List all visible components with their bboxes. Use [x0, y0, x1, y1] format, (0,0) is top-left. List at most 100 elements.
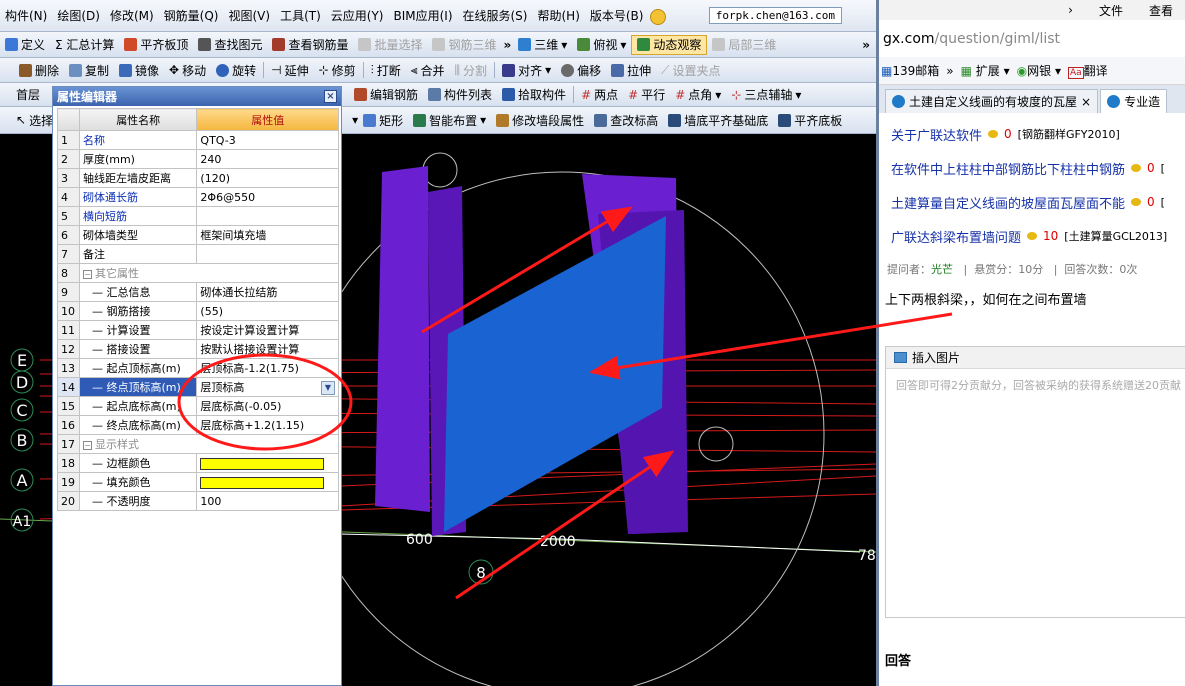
- view-3d-dropdown[interactable]: 三维 ▾: [513, 32, 572, 57]
- collapse-icon[interactable]: −: [82, 441, 92, 450]
- close-icon[interactable]: ×: [324, 90, 337, 103]
- orbit-handle-top[interactable]: [422, 152, 458, 188]
- bookmark-extensions[interactable]: ▦ 扩展 ▾: [961, 62, 1010, 79]
- answer-editor[interactable]: 插入图片 回答即可得2分贡献分，回答被采纳的获得系统赠送20贡献: [885, 346, 1185, 618]
- menu-tools[interactable]: 工具(T): [275, 7, 326, 24]
- prop-row-start-bottom-elev[interactable]: 15— 起点底标高(m) 层底标高(-0.05): [57, 396, 339, 416]
- browser-tab-2[interactable]: 专业造: [1100, 89, 1168, 113]
- asker-name[interactable]: 光芒: [931, 263, 953, 276]
- set-grip-button[interactable]: ⟋ 设置夹点: [656, 58, 725, 82]
- prop-row-remark[interactable]: 7 备注: [57, 244, 339, 264]
- menu-modify[interactable]: 修改(M): [105, 7, 159, 24]
- user-avatar-icon[interactable]: [650, 9, 666, 25]
- rect-button[interactable]: 矩形: [358, 107, 408, 133]
- fill-color-swatch[interactable]: [200, 476, 325, 489]
- two-points-button[interactable]: # 两点: [576, 83, 623, 106]
- move-button[interactable]: ✥ 移动: [164, 58, 211, 82]
- prop-row-end-bottom-elev[interactable]: 16— 终点底标高(m) 层底标高+1.2(1.15): [57, 415, 339, 435]
- smart-layout-dropdown[interactable]: 智能布置 ▾: [408, 107, 491, 133]
- split-button[interactable]: ⫼ 分割: [450, 58, 493, 82]
- floor-selector[interactable]: 首层: [0, 83, 45, 106]
- prop-row-fill-color[interactable]: 19— 填充颜色: [57, 472, 339, 492]
- trim-button[interactable]: ⊹ 修剪: [314, 58, 361, 82]
- select-button[interactable]: ↖ 选择: [0, 107, 58, 133]
- local-3d-button[interactable]: 局部三维: [707, 32, 781, 57]
- toolbar1-more-icon[interactable]: »: [862, 38, 870, 52]
- collapse-icon[interactable]: −: [82, 270, 92, 279]
- menu-view[interactable]: 视图(V): [223, 7, 275, 24]
- bookmark-139mail[interactable]: ▦139邮箱: [881, 62, 939, 79]
- address-bar[interactable]: gx.com/question/giml/list: [879, 20, 1185, 57]
- browser-tab-1[interactable]: 土建自定义线画的有坡度的瓦屋 ×: [885, 89, 1099, 113]
- prop-row-through-rebar[interactable]: 4 砌体通长筋 2Φ6@550: [57, 187, 339, 207]
- question-link[interactable]: 关于广联达软件: [891, 125, 982, 144]
- prop-row-opacity[interactable]: 20— 不透明度 100: [57, 491, 339, 511]
- menu-cloud[interactable]: 云应用(Y): [326, 7, 389, 24]
- prop-row-start-top-elev[interactable]: 13— 起点顶标高(m) 层顶标高-1.2(1.75): [57, 358, 339, 378]
- border-color-swatch[interactable]: [200, 457, 325, 470]
- prop-row-name[interactable]: 1 名称 QTQ-3: [57, 130, 339, 150]
- browser-menu-view[interactable]: 查看: [1149, 2, 1173, 19]
- align-dropdown[interactable]: 对齐 ▾: [497, 58, 556, 82]
- prop-group-display[interactable]: 17− 显示样式: [57, 434, 340, 454]
- batch-select-button[interactable]: 批量选择: [353, 32, 427, 57]
- insert-image-button[interactable]: 插入图片: [886, 347, 1185, 369]
- merge-button[interactable]: ⫷ 合并: [406, 58, 450, 82]
- prop-row-summary-info[interactable]: 9— 汇总信息 砌体通长拉结筋: [57, 282, 339, 302]
- offset-button[interactable]: 偏移: [556, 58, 606, 82]
- question-link[interactable]: 土建算量自定义线画的坡屋面瓦屋面不能: [891, 193, 1125, 212]
- prop-row-axis-offset[interactable]: 3 轴线距左墙皮距离 (120): [57, 168, 339, 188]
- mirror-button[interactable]: 镜像: [114, 58, 164, 82]
- three-point-aux-dropdown[interactable]: ⊹ 三点辅轴 ▾: [726, 83, 806, 106]
- break-button[interactable]: ⫶ 打断: [366, 58, 406, 82]
- summary-calc-button[interactable]: Σ 汇总计算: [50, 32, 119, 57]
- dropdown-arrow-icon[interactable]: ▼: [321, 381, 335, 395]
- parallel-button[interactable]: # 平行: [623, 83, 670, 106]
- prop-row-thickness[interactable]: 2 厚度(mm) 240: [57, 149, 339, 169]
- top-view-dropdown[interactable]: 俯视 ▾: [572, 32, 631, 57]
- prop-row-lap-setting[interactable]: 12— 搭接设置 按默认搭接设置计算: [57, 339, 339, 359]
- browser-menu-file[interactable]: 文件: [1099, 2, 1123, 19]
- wall-bottom-level-button[interactable]: 墙底平齐基础底: [663, 107, 773, 133]
- menu-version[interactable]: 版本号(B): [585, 7, 649, 24]
- prop-group-other[interactable]: 8− 其它属性: [57, 263, 340, 283]
- menu-rebar-qty[interactable]: 钢筋量(Q): [159, 7, 224, 24]
- left-column-wall[interactable]: [375, 166, 430, 512]
- menu-component[interactable]: 构件(N): [0, 7, 52, 24]
- account-email[interactable]: forpk.chen@163.com: [708, 7, 842, 24]
- bookmark-translate[interactable]: Aa 翻译: [1067, 62, 1108, 79]
- edit-rebar-button[interactable]: 编辑钢筋: [349, 83, 423, 106]
- point-angle-dropdown[interactable]: # 点角 ▾: [670, 83, 726, 106]
- modify-wall-seg-button[interactable]: 修改墙段属性: [491, 107, 589, 133]
- bookmark-more-icon[interactable]: »: [946, 64, 953, 78]
- find-element-button[interactable]: 查找图元: [193, 32, 267, 57]
- prop-row-border-color[interactable]: 18— 边框颜色: [57, 453, 339, 473]
- toolbar-chevron-icon[interactable]: »: [502, 38, 514, 52]
- stretch-button[interactable]: 拉伸: [606, 58, 656, 82]
- bookmark-bank[interactable]: ◉网银 ▾: [1017, 62, 1061, 79]
- rotate-button[interactable]: 旋转: [211, 58, 261, 82]
- menu-draw[interactable]: 绘图(D): [52, 7, 105, 24]
- element-list-button[interactable]: 构件列表: [423, 83, 497, 106]
- view-rebar-qty-button[interactable]: 查看钢筋量: [267, 32, 353, 57]
- prop-row-end-top-elev[interactable]: 14— 终点顶标高(m) 层顶标高 ▼: [57, 377, 339, 397]
- browser-menu-chevron-icon[interactable]: ›: [1068, 3, 1073, 17]
- level-slab-top-button[interactable]: 平齐板顶: [119, 32, 193, 57]
- answer-textarea[interactable]: 回答即可得2分贡献分，回答被采纳的获得系统赠送20贡献: [886, 369, 1185, 393]
- question-link[interactable]: 在软件中上柱柱中部钢筋比下柱柱中钢筋: [891, 159, 1125, 178]
- level-bottom-slab-button[interactable]: 平齐底板: [773, 107, 847, 133]
- copy-button[interactable]: 复制: [64, 58, 114, 82]
- menu-bim[interactable]: BIM应用(I): [388, 7, 457, 24]
- define-button[interactable]: 定义: [0, 32, 50, 57]
- delete-button[interactable]: 删除: [14, 58, 64, 82]
- pick-element-button[interactable]: 拾取构件: [497, 83, 571, 106]
- menu-help[interactable]: 帮助(H): [532, 7, 584, 24]
- menu-online[interactable]: 在线服务(S): [458, 7, 533, 24]
- tab-close-icon[interactable]: ×: [1081, 95, 1091, 109]
- dynamic-observe-button[interactable]: 动态观察: [631, 34, 708, 55]
- prop-row-wall-type[interactable]: 6 砌体墙类型 框架间填充墙: [57, 225, 339, 245]
- rebar-3d-button[interactable]: 钢筋三维: [427, 32, 501, 57]
- prop-row-short-rebar[interactable]: 5 横向短筋: [57, 206, 339, 226]
- prop-row-lap[interactable]: 10— 钢筋搭接 (55): [57, 301, 339, 321]
- orbit-handle-right[interactable]: [698, 426, 734, 462]
